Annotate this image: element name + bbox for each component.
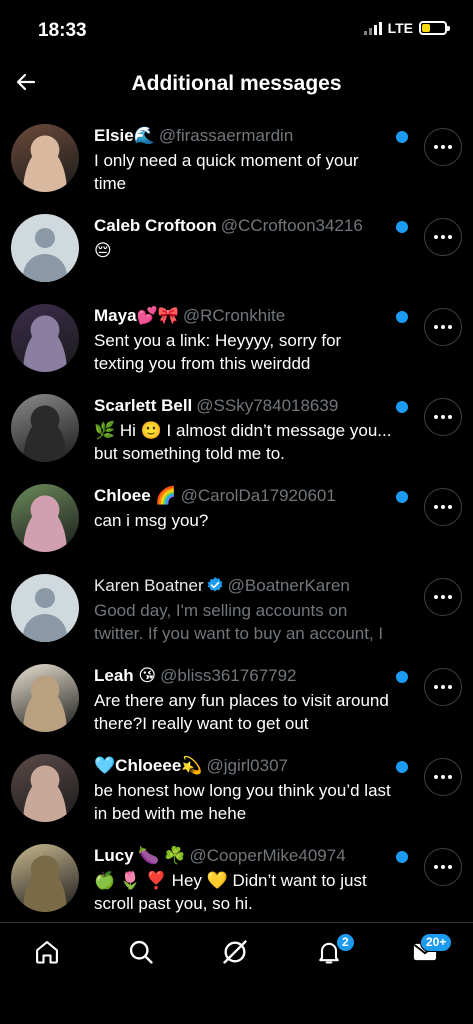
notifications-badge: 2 bbox=[336, 933, 355, 952]
more-options-button[interactable] bbox=[424, 848, 462, 886]
header: Additional messages bbox=[0, 60, 473, 110]
avatar[interactable] bbox=[11, 664, 79, 732]
user-handle: @jgirl0307 bbox=[206, 756, 288, 775]
conversation-name-line: Karen Boatner @BoatnerKaren bbox=[94, 575, 394, 597]
ellipsis-icon bbox=[434, 685, 438, 689]
ellipsis-icon bbox=[434, 505, 438, 509]
conversation-row[interactable]: Karen Boatner @BoatnerKaren Good day, I'm … bbox=[0, 564, 473, 654]
conversation-name-line: Chloee 🌈 @CarolDa17920601 bbox=[94, 485, 394, 507]
status-bar: 18:33 LTE bbox=[0, 0, 473, 60]
tab-search[interactable] bbox=[124, 935, 158, 969]
user-handle: @BoatnerKaren bbox=[227, 576, 350, 595]
user-handle: @CooperMike40974 bbox=[189, 846, 346, 865]
tab-home[interactable] bbox=[30, 935, 64, 969]
more-options-button[interactable] bbox=[424, 218, 462, 256]
user-handle: @firassaermardin bbox=[158, 126, 294, 145]
conversation-name-line: Leah 😘 @bliss361767792 bbox=[94, 665, 394, 687]
user-handle: @RCronkhite bbox=[182, 306, 286, 325]
conversation-name-line: Lucy 🍆 ☘️ @CooperMike40974 bbox=[94, 845, 394, 867]
ellipsis-icon bbox=[434, 325, 438, 329]
message-preview: can i msg you? bbox=[94, 511, 209, 530]
conversation-row[interactable]: Lucy 🍆 ☘️ @CooperMike40974 🍏 🌷 ❣️ Hey 💛 Di… bbox=[0, 834, 473, 924]
display-name: Lucy 🍆 ☘️ bbox=[94, 846, 186, 865]
display-name: Scarlett Bell bbox=[94, 396, 193, 415]
user-handle: @CCroftoon34216 bbox=[220, 216, 363, 235]
avatar[interactable] bbox=[11, 754, 79, 822]
unread-dot bbox=[396, 491, 408, 503]
avatar[interactable] bbox=[11, 124, 79, 192]
conversation-name-line: Elsie🌊 @firassaermardin bbox=[94, 125, 394, 147]
message-preview: Sent you a link: Heyyyy, sorry for texti… bbox=[94, 331, 342, 373]
message-preview: 🌿 Hi 🙂 I almost didn’t message you... bu… bbox=[94, 421, 392, 463]
avatar[interactable] bbox=[11, 574, 79, 642]
unread-dot bbox=[396, 131, 408, 143]
status-time: 18:33 bbox=[38, 20, 87, 41]
unread-dot bbox=[396, 851, 408, 863]
display-name: 🩵Chloeee💫 bbox=[94, 756, 203, 775]
unread-dot bbox=[396, 401, 408, 413]
display-name: Maya💕🎀 bbox=[94, 306, 179, 325]
conversation-row[interactable]: Maya💕🎀 @RCronkhite Sent you a link: Heyyyy… bbox=[0, 294, 473, 384]
more-options-button[interactable] bbox=[424, 488, 462, 526]
conversation-row[interactable]: 🩵Chloeee💫 @jgirl0307 be honest how long yo… bbox=[0, 744, 473, 834]
unread-dot bbox=[396, 671, 408, 683]
conversation-row[interactable]: Chloee 🌈 @CarolDa17920601 can i msg you? bbox=[0, 474, 473, 564]
messages-badge: 20+ bbox=[420, 933, 453, 952]
conversation-row[interactable]: Leah 😘 @bliss361767792 Are there any fun p… bbox=[0, 654, 473, 744]
unread-dot bbox=[396, 761, 408, 773]
home-icon bbox=[36, 941, 58, 964]
user-handle: @bliss361767792 bbox=[160, 666, 297, 685]
conversation-name-line: Scarlett Bell @SSky784018639 bbox=[94, 395, 394, 417]
grok-icon bbox=[223, 940, 247, 964]
ellipsis-icon bbox=[434, 595, 438, 599]
user-handle: @CarolDa17920601 bbox=[180, 486, 336, 505]
more-options-button[interactable] bbox=[424, 398, 462, 436]
message-preview: 🍏 🌷 ❣️ Hey 💛 Didn’t want to just scroll … bbox=[94, 871, 367, 913]
avatar[interactable] bbox=[11, 844, 79, 912]
page-title: Additional messages bbox=[131, 72, 342, 95]
signal-icon bbox=[363, 21, 382, 35]
conversation-row[interactable]: Scarlett Bell @SSky784018639 🌿 Hi 🙂 I almo… bbox=[0, 384, 473, 474]
avatar[interactable] bbox=[11, 484, 79, 552]
ellipsis-icon bbox=[434, 415, 438, 419]
display-name: Elsie🌊 bbox=[94, 126, 155, 145]
display-name: Leah 😘 bbox=[94, 666, 157, 685]
ellipsis-icon bbox=[434, 865, 438, 869]
message-preview: be honest how long you think you’d last … bbox=[94, 781, 391, 823]
conversation-row[interactable]: Caleb Croftoon @CCroftoon34216 😔 bbox=[0, 204, 473, 294]
conversation-name-line: 🩵Chloeee💫 @jgirl0307 bbox=[94, 755, 394, 777]
unread-dot bbox=[396, 311, 408, 323]
more-options-button[interactable] bbox=[424, 668, 462, 706]
ellipsis-icon bbox=[434, 145, 438, 149]
ellipsis-icon bbox=[434, 775, 438, 779]
conversation-row[interactable]: Elsie🌊 @firassaermardin I only need a quic… bbox=[0, 114, 473, 204]
display-name: Caleb Croftoon bbox=[94, 216, 217, 235]
conversation-name-line: Caleb Croftoon @CCroftoon34216 bbox=[94, 215, 394, 237]
conversation-name-line: Maya💕🎀 @RCronkhite bbox=[94, 305, 394, 327]
message-preview: I only need a quick moment of your time bbox=[94, 151, 359, 193]
battery-icon bbox=[419, 21, 450, 35]
more-options-button[interactable] bbox=[424, 758, 462, 796]
more-options-button[interactable] bbox=[424, 308, 462, 346]
message-preview: Good day, I'm selling accounts on twitte… bbox=[94, 601, 384, 643]
more-options-button[interactable] bbox=[424, 578, 462, 616]
search-icon bbox=[129, 940, 153, 964]
message-preview: Are there any fun places to visit around… bbox=[94, 691, 389, 733]
bottom-tab-bar: 2 20+ bbox=[0, 922, 473, 1024]
ellipsis-icon bbox=[434, 235, 438, 239]
display-name: Karen Boatner bbox=[94, 576, 204, 595]
avatar[interactable] bbox=[11, 214, 79, 282]
conversation-list: Elsie🌊 @firassaermardin I only need a quic… bbox=[0, 114, 473, 924]
verified-badge-icon bbox=[207, 577, 222, 592]
tab-grok[interactable] bbox=[218, 935, 252, 969]
more-options-button[interactable] bbox=[424, 128, 462, 166]
avatar[interactable] bbox=[11, 304, 79, 372]
display-name: Chloee 🌈 bbox=[94, 486, 177, 505]
avatar[interactable] bbox=[11, 394, 79, 462]
network-label: LTE bbox=[387, 20, 413, 36]
unread-dot bbox=[396, 221, 408, 233]
user-handle: @SSky784018639 bbox=[196, 396, 339, 415]
status-indicators: LTE bbox=[363, 20, 450, 36]
message-preview: 😔 bbox=[94, 241, 112, 260]
